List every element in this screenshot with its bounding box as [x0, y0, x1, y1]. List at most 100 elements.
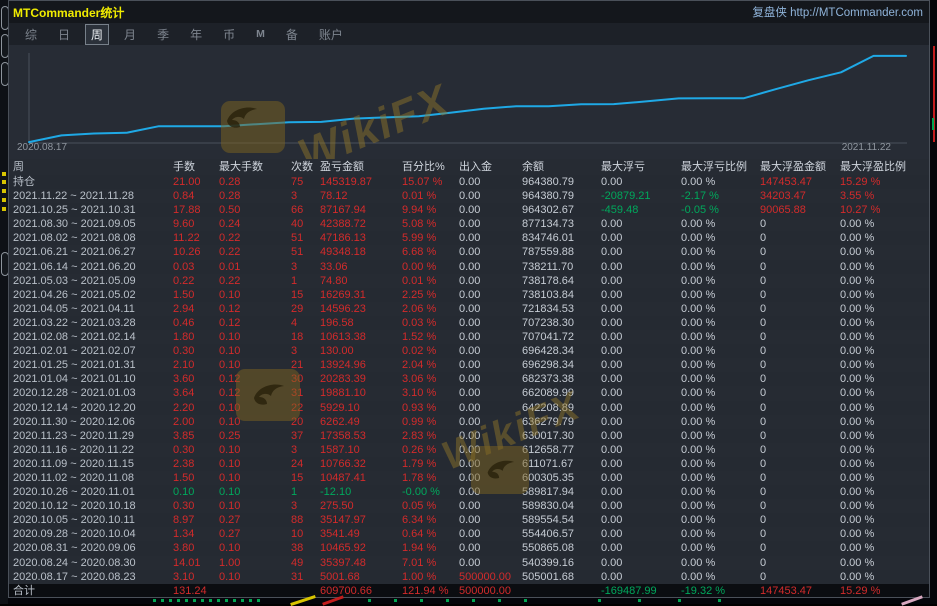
table-cell: 1.50	[173, 471, 219, 485]
table-row[interactable]: 2020.12.14 ~ 2020.12.202.200.10225929.10…	[9, 401, 929, 415]
table-cell: 35147.97	[320, 513, 402, 527]
column-header: 最大浮盈金额	[760, 159, 840, 175]
table-cell: 7.01 %	[402, 556, 459, 570]
column-header: 百分比%	[402, 159, 459, 175]
table-row[interactable]: 2021.08.02 ~ 2021.08.0811.220.225147186.…	[9, 231, 929, 245]
window-title: MTCommander统计	[9, 4, 124, 21]
table-row[interactable]: 2021.01.04 ~ 2021.01.103.600.123020283.3…	[9, 372, 929, 386]
table-row[interactable]: 2021.04.26 ~ 2021.05.021.500.101516269.3…	[9, 288, 929, 302]
table-cell: 642208.89	[522, 401, 601, 415]
table-cell: 2.04 %	[402, 358, 459, 372]
table-row[interactable]: 2021.06.14 ~ 2021.06.200.030.01333.060.0…	[9, 260, 929, 274]
table-cell: 609700.66	[320, 584, 402, 598]
table-cell: 0.00	[601, 302, 681, 316]
watermark-eagle-icon	[221, 101, 285, 153]
menu-item-币[interactable]: 币	[217, 24, 241, 45]
table-row[interactable]: 2021.10.25 ~ 2021.10.3117.880.506687167.…	[9, 203, 929, 217]
table-row[interactable]: 2021.11.22 ~ 2021.11.280.840.28378.120.0…	[9, 189, 929, 203]
table-row[interactable]: 2020.10.12 ~ 2020.10.180.300.103275.500.…	[9, 499, 929, 513]
table-cell: 51	[291, 245, 320, 259]
table-cell: 2021.05.03 ~ 2021.05.09	[13, 274, 173, 288]
table-cell: 0	[760, 288, 840, 302]
titlebar[interactable]: MTCommander统计 复盘侠 http://MTCommander.com	[9, 1, 929, 24]
table-row[interactable]: 2020.11.23 ~ 2020.11.293.850.253717358.5…	[9, 429, 929, 443]
menu-item-账户[interactable]: 账户	[313, 24, 349, 45]
table-cell: 0.00	[459, 429, 522, 443]
table-row[interactable]: 2020.11.16 ~ 2020.11.220.300.1031587.100…	[9, 443, 929, 457]
table-cell: 0.00 %	[840, 358, 929, 372]
menu-item-备[interactable]: 备	[280, 24, 304, 45]
table-cell: 1587.10	[320, 443, 402, 457]
table-cell: 20283.39	[320, 372, 402, 386]
table-row[interactable]: 2020.08.31 ~ 2020.09.063.800.103810465.9…	[9, 541, 929, 555]
table-cell: 4	[291, 316, 320, 330]
table-cell: 0.00	[601, 344, 681, 358]
menu-item-综[interactable]: 综	[19, 24, 43, 45]
table-row[interactable]: 2020.11.02 ~ 2020.11.081.500.101510487.4…	[9, 471, 929, 485]
table-cell: 0.00 %	[681, 527, 760, 541]
table-header-row: 周手数最大手数次数盈亏金额百分比%出入金余额最大浮亏最大浮亏比例最大浮盈金额最大…	[9, 159, 929, 175]
table-row[interactable]: 2021.04.05 ~ 2021.04.112.940.122914596.2…	[9, 302, 929, 316]
background-marker	[2, 189, 6, 193]
menu-item-M[interactable]: M	[250, 26, 271, 42]
table-cell: 1.80	[173, 330, 219, 344]
table-cell: 6.68 %	[402, 245, 459, 259]
column-header: 余额	[522, 159, 601, 175]
table-row[interactable]: 2021.03.22 ~ 2021.03.280.460.124196.580.…	[9, 316, 929, 330]
menu-item-月[interactable]: 月	[118, 24, 142, 45]
table-cell: 612658.77	[522, 443, 601, 457]
column-header: 手数	[173, 159, 219, 175]
table-cell: 0	[760, 316, 840, 330]
table-cell: 964380.79	[522, 189, 601, 203]
table-row[interactable]: 2020.09.28 ~ 2020.10.041.340.27103541.49…	[9, 527, 929, 541]
table-row[interactable]: 2020.11.09 ~ 2020.11.152.380.102410766.3…	[9, 457, 929, 471]
table-row[interactable]: 2020.08.24 ~ 2020.08.3014.011.004935397.…	[9, 556, 929, 570]
table-cell: 0.00 %	[840, 260, 929, 274]
table-row[interactable]: 2021.06.21 ~ 2021.06.2710.260.225149348.…	[9, 245, 929, 259]
table-cell: 0.10	[219, 344, 291, 358]
total-row[interactable]: 合计131.24609700.66121.94 %500000.00-16948…	[9, 584, 929, 598]
table-cell: 0.00 %	[681, 541, 760, 555]
table-cell: 662089.99	[522, 386, 601, 400]
table-cell: 1.00 %	[402, 570, 459, 584]
table-cell: 0.00 %	[840, 288, 929, 302]
table-row[interactable]: 2021.08.30 ~ 2021.09.059.600.244042388.7…	[9, 217, 929, 231]
table-cell: 600305.35	[522, 471, 601, 485]
table-row[interactable]: 2020.10.26 ~ 2020.11.010.100.101-12.10-0…	[9, 485, 929, 499]
table-cell: 0.00	[601, 245, 681, 259]
table-cell: 0	[760, 330, 840, 344]
table-cell: 0	[760, 527, 840, 541]
table-cell: 51	[291, 231, 320, 245]
table-cell: 0.00	[601, 415, 681, 429]
table-row[interactable]: 2020.12.28 ~ 2021.01.033.640.123119881.1…	[9, 386, 929, 400]
menu-item-季[interactable]: 季	[151, 24, 175, 45]
table-cell: 0.00 %	[840, 231, 929, 245]
table-cell: 0.01 %	[402, 274, 459, 288]
table-cell: 2020.11.30 ~ 2020.12.06	[13, 415, 173, 429]
table-row[interactable]: 2021.01.25 ~ 2021.01.312.100.102113924.9…	[9, 358, 929, 372]
table-cell: 0.93 %	[402, 401, 459, 415]
column-header: 最大浮亏	[601, 159, 681, 175]
titlebar-site-link[interactable]: 复盘侠 http://MTCommander.com	[752, 4, 929, 20]
table-cell: 0.00	[459, 358, 522, 372]
table-row[interactable]: 持仓21.000.2875145319.8715.07 %0.00964380.…	[9, 175, 929, 189]
table-row[interactable]: 2020.10.05 ~ 2020.10.118.970.278835147.9…	[9, 513, 929, 527]
menu-item-年[interactable]: 年	[184, 24, 208, 45]
column-header: 最大浮亏比例	[681, 159, 760, 175]
menu-item-日[interactable]: 日	[52, 24, 76, 45]
table-row[interactable]: 2020.08.17 ~ 2020.08.233.100.10315001.68…	[9, 570, 929, 584]
table-row[interactable]: 2021.02.08 ~ 2021.02.141.800.101810613.3…	[9, 330, 929, 344]
table-row[interactable]: 2021.02.01 ~ 2021.02.070.300.103130.000.…	[9, 344, 929, 358]
table-cell: 0	[760, 274, 840, 288]
table-cell: -0.00 %	[402, 485, 459, 499]
table-cell: 10	[291, 527, 320, 541]
table-cell: 0	[760, 443, 840, 457]
table-row[interactable]: 2021.05.03 ~ 2021.05.090.220.22174.800.0…	[9, 274, 929, 288]
table-cell: 147453.47	[760, 584, 840, 598]
table-cell: 0.00	[601, 513, 681, 527]
table-cell: 505001.68	[522, 570, 601, 584]
table-cell: 29	[291, 302, 320, 316]
table-row[interactable]: 2020.11.30 ~ 2020.12.062.000.10206262.49…	[9, 415, 929, 429]
background-right-sliver	[930, 0, 937, 604]
menu-item-周[interactable]: 周	[85, 24, 109, 45]
